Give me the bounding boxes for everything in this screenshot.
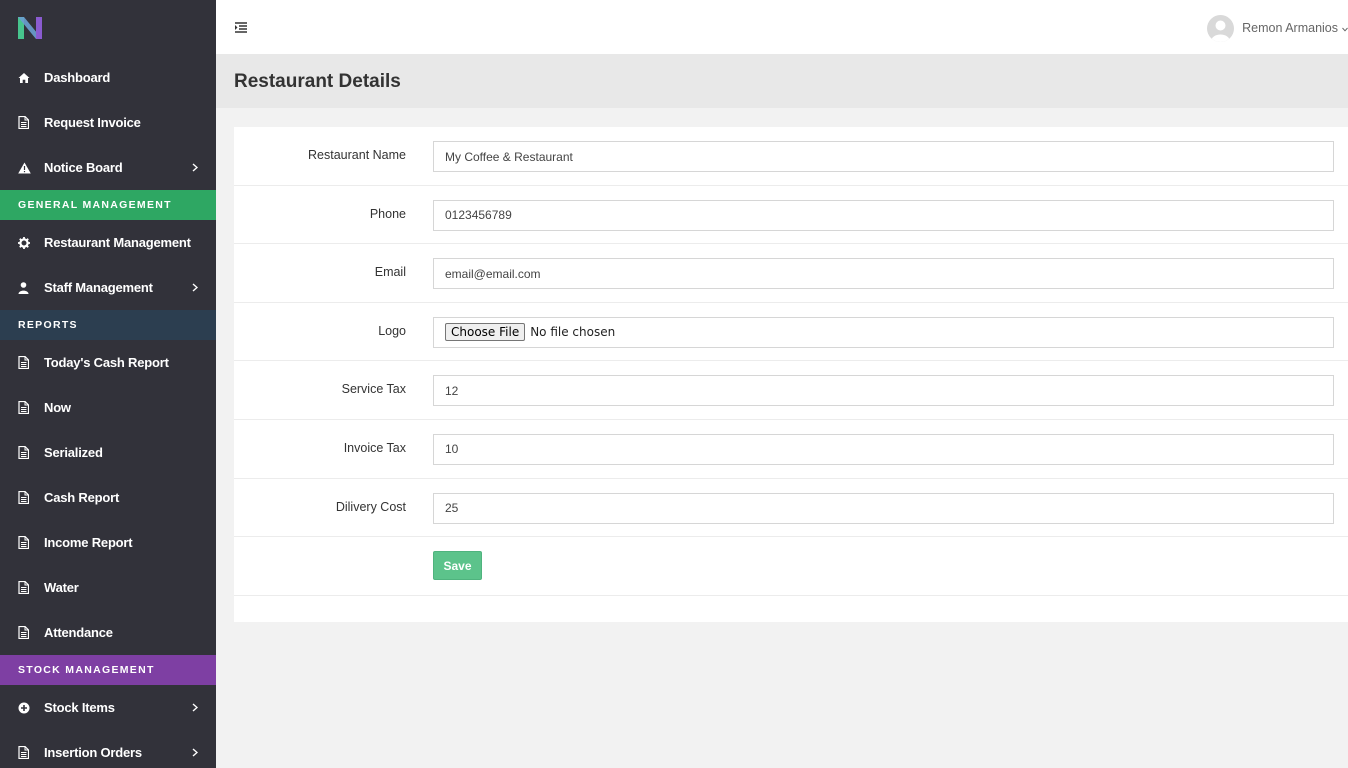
warning-icon <box>18 162 44 174</box>
sidebar-item-label: Restaurant Management <box>44 235 191 250</box>
avatar <box>1207 14 1235 42</box>
form-row-delivery-cost: Dilivery Cost <box>234 479 1348 538</box>
sidebar-item-now[interactable]: Now <box>0 385 216 430</box>
sidebar-item-label: Dashboard <box>44 70 111 85</box>
file-icon <box>18 581 44 594</box>
file-icon <box>18 746 44 759</box>
gear-icon <box>18 236 44 249</box>
sidebar-item-request-invoice[interactable]: Request Invoice <box>0 100 216 145</box>
sidebar-item-dashboard[interactable]: Dashboard <box>0 55 216 100</box>
sidebar-item-todays-cash-report[interactable]: Today's Cash Report <box>0 340 216 385</box>
form-row-actions: Save <box>234 537 1348 596</box>
topbar: Remon Armanios <box>216 0 1348 54</box>
menu-toggle-icon[interactable] <box>234 20 248 34</box>
user-icon <box>18 281 44 294</box>
sidebar-item-label: Today's Cash Report <box>44 355 169 370</box>
file-icon <box>18 116 44 129</box>
sidebar-item-label: Serialized <box>44 445 103 460</box>
sidebar-item-cash-report[interactable]: Cash Report <box>0 475 216 520</box>
invoice-tax-input[interactable] <box>433 433 1334 465</box>
sidebar-item-stock-items[interactable]: Stock Items <box>0 685 216 730</box>
file-icon <box>18 626 44 639</box>
file-icon <box>18 446 44 459</box>
sidebar-item-label: Water <box>44 580 79 595</box>
section-stock-management: STOCK MANAGEMENT <box>0 655 216 685</box>
sidebar-item-water[interactable]: Water <box>0 565 216 610</box>
page-title: Restaurant Details <box>234 71 401 92</box>
sidebar-item-notice-board[interactable]: Notice Board <box>0 145 216 190</box>
chevron-right-icon <box>190 703 200 712</box>
phone-label: Phone <box>369 206 406 221</box>
sidebar-item-income-report[interactable]: Income Report <box>0 520 216 565</box>
chevron-down-icon <box>1342 19 1348 37</box>
file-icon <box>18 536 44 549</box>
service-tax-input[interactable] <box>433 375 1334 407</box>
plus-circle-icon <box>18 702 44 714</box>
choose-file-button[interactable]: Choose File <box>445 323 526 342</box>
sidebar-item-label: Income Report <box>44 535 133 550</box>
file-icon <box>18 401 44 414</box>
sidebar: Dashboard Request Invoice Notice Board G… <box>0 0 216 768</box>
sidebar-item-restaurant-management[interactable]: Restaurant Management <box>0 220 216 265</box>
sidebar-item-label: Attendance <box>44 625 113 640</box>
user-menu[interactable]: Remon Armanios <box>1207 14 1348 42</box>
section-reports: REPORTS <box>0 310 216 340</box>
home-icon <box>18 72 44 84</box>
email-label: Email <box>374 265 406 280</box>
chevron-right-icon <box>190 283 200 292</box>
sidebar-item-staff-management[interactable]: Staff Management <box>0 265 216 310</box>
email-input[interactable] <box>433 258 1334 290</box>
chevron-right-icon <box>190 163 200 172</box>
sidebar-item-label: Insertion Orders <box>44 745 142 760</box>
form-row-phone: Phone <box>234 186 1348 245</box>
sidebar-item-attendance[interactable]: Attendance <box>0 610 216 655</box>
restaurant-name-label: Restaurant Name <box>308 148 406 162</box>
invoice-tax-label: Invoice Tax <box>343 440 406 455</box>
form-row-service-tax: Service Tax <box>234 361 1348 420</box>
form-row-logo: Logo Choose File No file chosen <box>234 303 1348 362</box>
restaurant-name-input[interactable] <box>433 141 1334 172</box>
save-button[interactable]: Save <box>433 551 482 581</box>
sidebar-item-label: Staff Management <box>44 280 153 295</box>
sidebar-item-label: Cash Report <box>44 490 120 505</box>
sidebar-item-insertion-orders[interactable]: Insertion Orders <box>0 730 216 768</box>
brand[interactable] <box>0 0 216 55</box>
form-row-invoice-tax: Invoice Tax <box>234 420 1348 479</box>
delivery-cost-label: Dilivery Cost <box>335 499 406 514</box>
logo-n-icon <box>18 16 42 39</box>
sidebar-item-label: Notice Board <box>44 160 123 175</box>
file-status: No file chosen <box>530 325 616 340</box>
chevron-right-icon <box>190 748 200 757</box>
sidebar-item-serialized[interactable]: Serialized <box>0 430 216 475</box>
page-header: Restaurant Details <box>216 54 1348 108</box>
logo-file-field[interactable]: Choose File No file chosen <box>433 316 1334 348</box>
file-icon <box>18 356 44 369</box>
service-tax-label: Service Tax <box>341 382 406 397</box>
user-name: Remon Armanios <box>1242 21 1338 35</box>
sidebar-item-label: Stock Items <box>44 700 115 715</box>
delivery-cost-input[interactable] <box>433 492 1334 524</box>
file-icon <box>18 491 44 504</box>
form-row-restaurant-name: Restaurant Name <box>234 127 1348 186</box>
sidebar-item-label: Request Invoice <box>44 115 141 130</box>
form-row-email: Email <box>234 244 1348 303</box>
logo-label: Logo <box>378 323 406 338</box>
section-general-management: GENERAL MANAGEMENT <box>0 190 216 220</box>
phone-input[interactable] <box>433 199 1334 231</box>
restaurant-details-form: Restaurant Name Phone Email Logo Choose … <box>234 127 1348 622</box>
sidebar-item-label: Now <box>44 400 71 415</box>
